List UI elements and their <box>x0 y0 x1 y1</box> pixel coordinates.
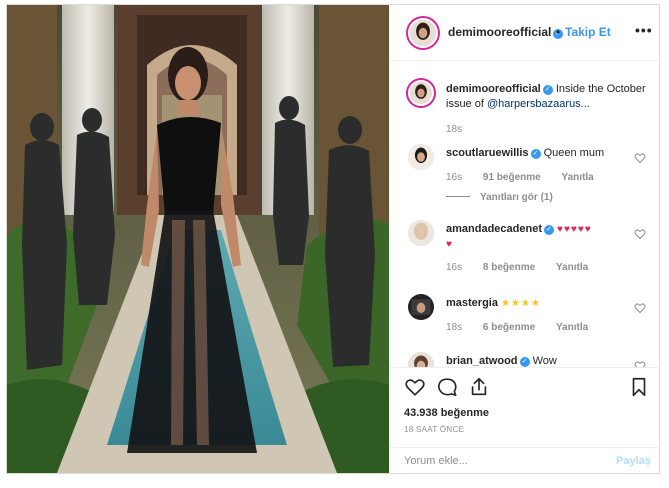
commenter-avatar[interactable] <box>408 220 434 246</box>
comment-text: mastergia ★★★★ <box>446 296 646 311</box>
caption-avatar[interactable] <box>408 80 434 106</box>
comment-meta: 16s 8 beğenme Yanıtla <box>446 262 606 273</box>
caption-text: demimooreofficial ✓ Inside the October is… <box>446 82 646 112</box>
caption-mention[interactable]: @harpersbazaarus... <box>487 98 590 110</box>
more-options-icon[interactable]: ••• <box>635 22 653 38</box>
comment-body: ★★★★ <box>501 298 541 309</box>
author-name-row: demimooreofficial ✓ <box>448 25 564 39</box>
comments-list[interactable]: demimooreofficial ✓ Inside the October is… <box>390 62 660 367</box>
commenter-avatar[interactable] <box>408 352 434 367</box>
heart-icon[interactable] <box>404 376 426 398</box>
view-replies-button[interactable]: Yanıtları gör (1) <box>446 192 553 203</box>
bookmark-icon[interactable] <box>628 376 650 398</box>
heart-icon[interactable] <box>634 152 646 164</box>
heart-icon[interactable] <box>634 302 646 314</box>
commenter-avatar[interactable] <box>408 294 434 320</box>
comment-input[interactable] <box>404 452 594 470</box>
author-avatar[interactable] <box>408 18 438 48</box>
comment-time[interactable]: 16s <box>446 172 462 183</box>
caption-username[interactable]: demimooreofficial <box>446 83 541 95</box>
verified-icon: ✓ <box>530 149 541 159</box>
post-photo[interactable] <box>7 5 389 473</box>
verified-icon: ✓ <box>519 357 530 367</box>
commenter-username[interactable]: brian_atwood <box>446 355 518 367</box>
comment-likes[interactable]: 6 beğenme <box>483 322 535 333</box>
reply-button[interactable]: Yanıtla <box>556 262 588 273</box>
photo-illustration <box>7 5 389 473</box>
author-username[interactable]: demimooreofficial <box>448 25 551 39</box>
header-separator: • <box>556 25 561 39</box>
likes-count[interactable]: 43.938 beğenme <box>404 407 489 419</box>
commenter-username[interactable]: mastergia <box>446 297 498 309</box>
action-bar: 43.938 beğenme 18 SAAT ÖNCE <box>390 367 660 447</box>
comment-meta: 16s 91 beğenme Yanıtla <box>446 172 612 183</box>
post-comment-button[interactable]: Paylaş <box>616 455 651 467</box>
comment-icon[interactable] <box>436 376 458 398</box>
comment-body-continued: ♥ <box>446 239 453 250</box>
commenter-avatar[interactable] <box>408 144 434 170</box>
share-icon[interactable] <box>468 376 490 398</box>
comment-body: ♥♥♥♥♥ <box>557 224 592 235</box>
post-timestamp[interactable]: 18 SAAT ÖNCE <box>404 425 464 434</box>
commenter-username[interactable]: scoutlaruewillis <box>446 147 529 159</box>
heart-icon[interactable] <box>634 360 646 367</box>
post-header: demimooreofficial ✓ • Takip Et ••• <box>390 5 660 61</box>
instagram-post: demimooreofficial ✓ • Takip Et ••• demimo… <box>6 4 660 474</box>
caption-time[interactable]: 18s <box>446 124 462 135</box>
verified-icon: ✓ <box>542 85 553 95</box>
comment-likes[interactable]: 91 beğenme <box>483 172 541 183</box>
follow-button[interactable]: Takip Et <box>565 25 611 39</box>
commenter-username[interactable]: amandadecadenet <box>446 223 542 235</box>
caption-meta: 18s <box>446 124 480 135</box>
post-details-panel: demimooreofficial ✓ • Takip Et ••• demimo… <box>389 5 660 473</box>
comment-time[interactable]: 16s <box>446 262 462 273</box>
reply-button[interactable]: Yanıtla <box>562 172 594 183</box>
comment-text: amandadecadenet ✓ ♥♥♥♥♥ ♥ <box>446 222 646 252</box>
reply-button[interactable]: Yanıtla <box>556 322 588 333</box>
comment-time[interactable]: 18s <box>446 322 462 333</box>
verified-icon: ✓ <box>543 225 554 235</box>
comment-body: Wow <box>532 355 557 367</box>
comment-body: Queen mum <box>543 147 605 159</box>
comment-text: brian_atwood ✓ Wow <box>446 354 646 367</box>
comment-composer: Paylaş <box>390 447 660 473</box>
comment-meta: 18s 6 beğenme Yanıtla <box>446 322 606 333</box>
comment-likes[interactable]: 8 beğenme <box>483 262 535 273</box>
heart-icon[interactable] <box>634 228 646 240</box>
comment-text: scoutlaruewillis ✓ Queen mum <box>446 146 646 161</box>
